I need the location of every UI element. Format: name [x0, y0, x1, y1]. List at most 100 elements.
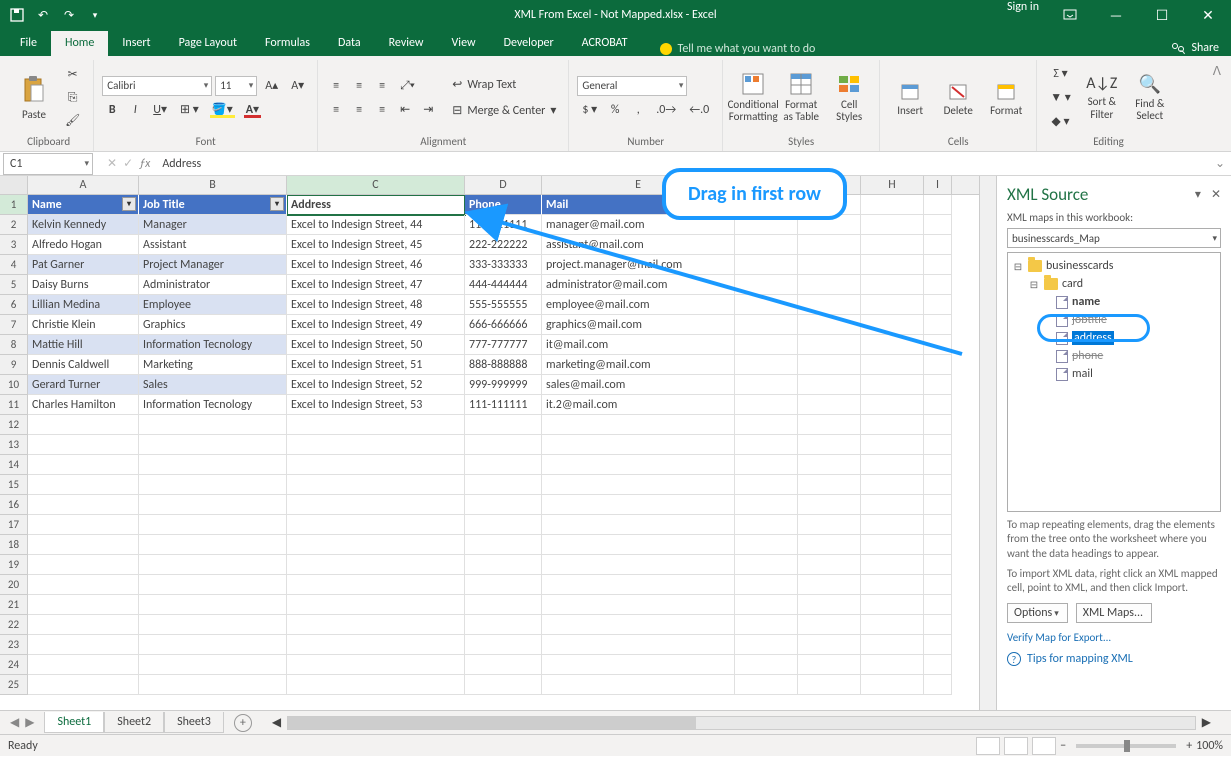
cell[interactable]: [924, 315, 952, 335]
cell[interactable]: [465, 595, 542, 615]
row-header[interactable]: 4: [0, 255, 28, 275]
cell[interactable]: [861, 215, 924, 235]
row-header[interactable]: 10: [0, 375, 28, 395]
cell[interactable]: [924, 575, 952, 595]
cell[interactable]: Excel to Indesign Street, 51: [287, 355, 465, 375]
cell[interactable]: 444-444444: [465, 275, 542, 295]
cell[interactable]: Excel to Indesign Street, 50: [287, 335, 465, 355]
cell[interactable]: [465, 535, 542, 555]
cell[interactable]: [542, 435, 735, 455]
cell[interactable]: [28, 415, 139, 435]
cell[interactable]: [287, 635, 465, 655]
cell[interactable]: Sales: [139, 375, 287, 395]
cell[interactable]: [542, 615, 735, 635]
cell[interactable]: [28, 535, 139, 555]
cell[interactable]: [924, 635, 952, 655]
align-top-button[interactable]: ≡: [326, 76, 346, 96]
row[interactable]: 21: [0, 595, 979, 615]
bold-button[interactable]: B: [102, 100, 122, 120]
cell[interactable]: Graphics: [139, 315, 287, 335]
cell[interactable]: Phone: [465, 195, 542, 215]
cell[interactable]: Information Tecnology: [139, 395, 287, 415]
ribbon-options-icon[interactable]: [1047, 0, 1093, 30]
pane-dropdown-icon[interactable]: ▾: [1195, 187, 1201, 202]
row[interactable]: 12: [0, 415, 979, 435]
share-button[interactable]: Share: [1170, 40, 1219, 56]
fill-color-button[interactable]: 🪣 ▾: [207, 100, 238, 120]
cell[interactable]: [924, 375, 952, 395]
col-header-D[interactable]: D: [465, 176, 542, 194]
undo-icon[interactable]: ↶: [32, 3, 54, 27]
vertical-scrollbar[interactable]: [979, 176, 996, 710]
cell[interactable]: [798, 455, 861, 475]
cell[interactable]: [924, 475, 952, 495]
row-header[interactable]: 11: [0, 395, 28, 415]
cell[interactable]: Daisy Burns: [28, 275, 139, 295]
find-select-button[interactable]: 🔍Find & Select: [1128, 64, 1172, 132]
font-size-combo[interactable]: 11: [215, 76, 257, 96]
cell[interactable]: [924, 415, 952, 435]
row[interactable]: 6Lillian MedinaEmployeeExcel to Indesign…: [0, 295, 979, 315]
cell-styles-button[interactable]: Cell Styles: [827, 64, 871, 132]
cell[interactable]: [924, 395, 952, 415]
cell[interactable]: [798, 475, 861, 495]
cell[interactable]: 333-333333: [465, 255, 542, 275]
cell[interactable]: [139, 415, 287, 435]
cell[interactable]: Project Manager: [139, 255, 287, 275]
cancel-formula-icon[interactable]: ✕: [107, 156, 117, 171]
row[interactable]: 25: [0, 675, 979, 695]
cell[interactable]: [735, 415, 798, 435]
cell[interactable]: assistant@mail.com: [542, 235, 735, 255]
cell[interactable]: [139, 475, 287, 495]
cell[interactable]: [465, 575, 542, 595]
cell[interactable]: [861, 195, 924, 215]
cell[interactable]: Alfredo Hogan: [28, 235, 139, 255]
cell[interactable]: [924, 555, 952, 575]
xml-tree[interactable]: ⊟businesscards ⊟card name jobtitle addre…: [1007, 252, 1221, 512]
tab-data[interactable]: Data: [324, 31, 375, 56]
cell[interactable]: [735, 435, 798, 455]
cell[interactable]: [287, 415, 465, 435]
tree-name[interactable]: name: [1072, 295, 1100, 309]
cell[interactable]: [139, 435, 287, 455]
cell[interactable]: [861, 395, 924, 415]
row[interactable]: 4Pat GarnerProject ManagerExcel to Indes…: [0, 255, 979, 275]
col-header-A[interactable]: A: [28, 176, 139, 194]
cell[interactable]: [924, 595, 952, 615]
cell[interactable]: [924, 455, 952, 475]
cell[interactable]: administrator@mail.com: [542, 275, 735, 295]
col-header-B[interactable]: B: [139, 176, 287, 194]
cell[interactable]: [542, 555, 735, 575]
cell[interactable]: [287, 535, 465, 555]
cell[interactable]: [287, 495, 465, 515]
zoom-slider[interactable]: [1076, 744, 1176, 748]
row-header[interactable]: 23: [0, 635, 28, 655]
cell[interactable]: [287, 615, 465, 635]
cell[interactable]: Manager: [139, 215, 287, 235]
decrease-font-button[interactable]: A▾: [286, 76, 309, 96]
cell[interactable]: [861, 375, 924, 395]
cell[interactable]: Excel to Indesign Street, 53: [287, 395, 465, 415]
sheet-tab-1[interactable]: Sheet1: [44, 712, 104, 733]
copy-button[interactable]: ⎘: [60, 88, 85, 108]
cell[interactable]: [542, 635, 735, 655]
normal-view-button[interactable]: [976, 737, 1000, 755]
cell[interactable]: Address: [287, 195, 465, 215]
cell[interactable]: [542, 535, 735, 555]
save-icon[interactable]: [6, 3, 28, 27]
font-name-combo[interactable]: Calibri: [102, 76, 212, 96]
cell[interactable]: [542, 575, 735, 595]
cell[interactable]: [465, 415, 542, 435]
row-header[interactable]: 5: [0, 275, 28, 295]
col-header-H[interactable]: H: [861, 176, 924, 194]
row-header[interactable]: 6: [0, 295, 28, 315]
cell[interactable]: [798, 415, 861, 435]
cell[interactable]: [861, 655, 924, 675]
cell[interactable]: [735, 395, 798, 415]
grid-body[interactable]: 1Name▾Job Title▾AddressPhoneMail2Kelvin …: [0, 195, 979, 710]
increase-font-button[interactable]: A▴: [260, 76, 283, 96]
cell[interactable]: [798, 315, 861, 335]
cell[interactable]: [861, 535, 924, 555]
cell[interactable]: [287, 675, 465, 695]
row[interactable]: 3Alfredo HoganAssistantExcel to Indesign…: [0, 235, 979, 255]
